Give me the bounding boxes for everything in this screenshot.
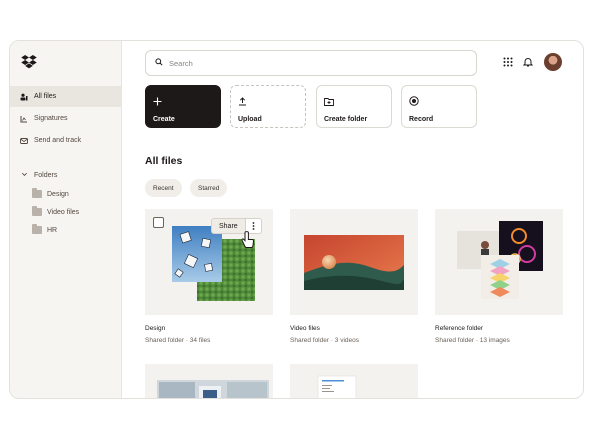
send-icon [20,137,28,145]
signature-icon [20,115,28,123]
hand-cursor-icon [241,231,255,248]
people-icon [20,93,28,101]
chip-recent[interactable]: Recent [145,179,182,197]
folders-label: Folders [34,172,58,179]
sidebar-folder-design[interactable]: Design [32,188,69,198]
card-meta: Shared folder · 3 videos [290,337,360,344]
folder-card-design[interactable]: Share [145,209,273,315]
avatar[interactable] [544,53,562,71]
sidebar-item-label: All files [34,93,57,100]
folder-label: HR [47,226,58,234]
sidebar-item-label: Signatures [34,115,68,122]
sidebar-folder-hr[interactable]: HR [32,224,58,234]
folder-card-reference-folder[interactable] [435,209,563,315]
folder-plus-icon [324,95,384,107]
card-meta: Shared folder · 34 files [145,337,211,344]
folder-icon [32,206,42,216]
folder-card-video-files[interactable] [290,209,418,315]
upload-icon [238,95,298,107]
create-folder-label: Create folder [324,116,368,123]
chevron-down-icon [21,171,28,180]
upload-label: Upload [238,116,262,123]
folder-label: Video files [47,208,80,216]
reference-folder-thumbnail [457,221,543,299]
page-title: All files [145,155,183,167]
plus-icon [153,95,213,107]
card-meta: Shared folder · 13 images [435,337,510,344]
search-input[interactable]: Search [145,50,477,76]
card-title[interactable]: Reference folder [435,325,483,332]
sidebar-item-label: Send and track [34,137,82,144]
folder-icon [32,188,42,198]
folders-section-toggle[interactable]: Folders [21,171,57,180]
create-button[interactable]: Create [145,85,221,128]
app-window: All files Signatures Send and track Fold… [9,40,584,399]
chip-starred[interactable]: Starred [190,179,228,197]
building-thumbnail [157,380,269,398]
document-thumbnail [317,375,357,398]
video-files-thumbnail [304,235,404,290]
bell-icon[interactable] [522,56,534,68]
sidebar-item-signatures[interactable]: Signatures [10,108,122,129]
search-icon [155,58,163,68]
record-label: Record [409,116,434,123]
sidebar-folder-video-files[interactable]: Video files [32,206,80,216]
select-checkbox[interactable] [153,217,164,228]
sidebar-item-all-files[interactable]: All files [10,86,122,107]
dropbox-logo[interactable] [21,55,37,69]
search-placeholder: Search [169,58,193,68]
card-title[interactable]: Video files [290,325,320,332]
card-title[interactable]: Design [145,325,165,332]
create-label: Create [153,116,175,123]
folder-card-partial[interactable] [145,364,273,398]
file-card-partial[interactable] [290,364,418,398]
app-grid-icon[interactable] [502,56,514,68]
record-icon [409,95,469,107]
folder-label: Design [47,190,69,198]
sidebar: All files Signatures Send and track Fold… [10,41,122,398]
create-folder-button[interactable]: Create folder [316,85,392,128]
sidebar-item-send-and-track[interactable]: Send and track [10,130,122,151]
record-button[interactable]: Record [401,85,477,128]
folder-icon [32,224,42,234]
upload-button[interactable]: Upload [230,85,306,128]
